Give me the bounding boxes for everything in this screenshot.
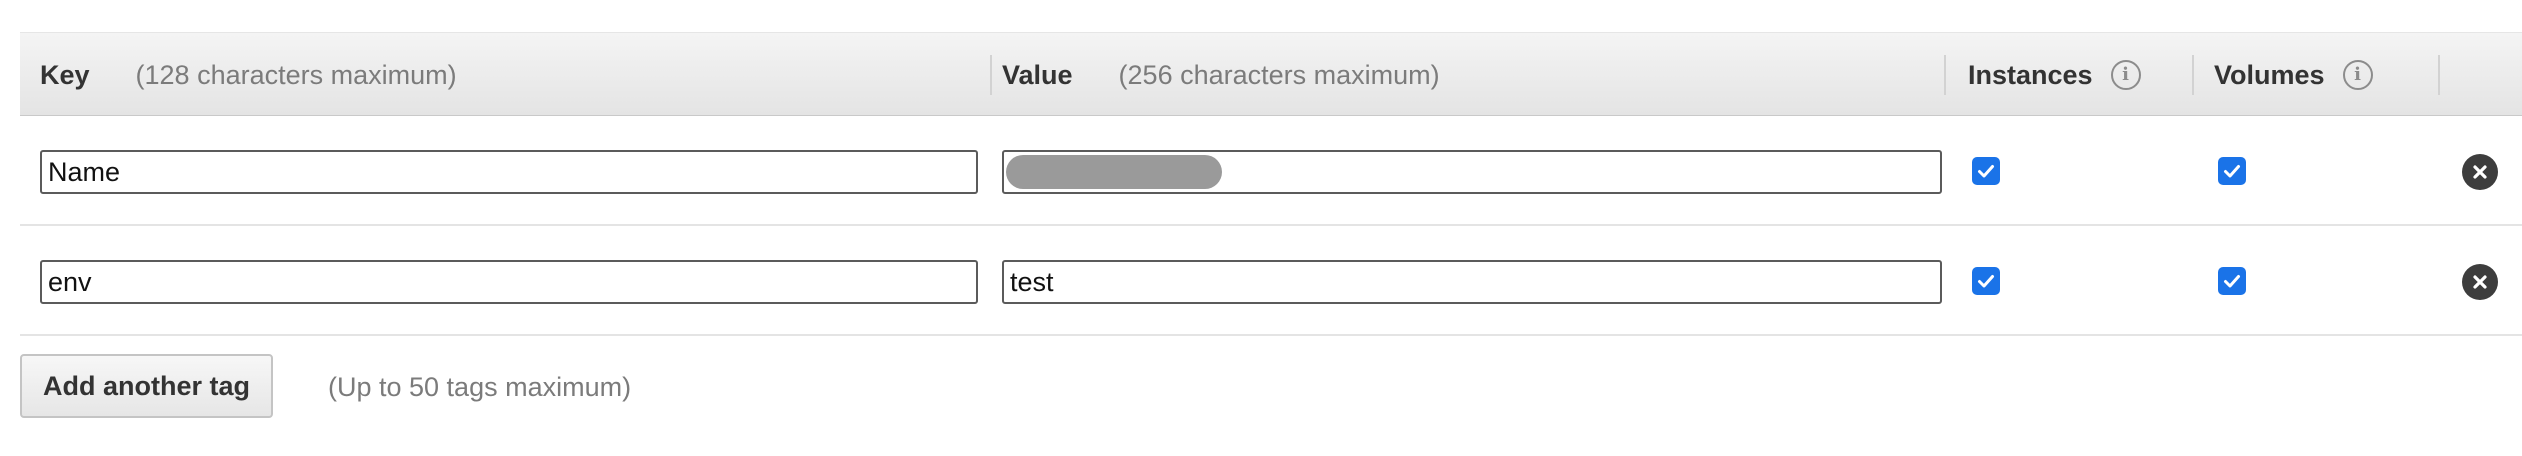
column-divider xyxy=(2192,55,2194,95)
volumes-column-header: Volumes i xyxy=(2214,33,2373,117)
tags-table-header: Key (128 characters maximum) Value (256 … xyxy=(20,32,2522,116)
key-column-header: Key (128 characters maximum) xyxy=(40,33,457,117)
tags-table: Key (128 characters maximum) Value (256 … xyxy=(20,32,2522,436)
instances-checkbox[interactable] xyxy=(1972,157,2000,185)
checkmark-icon xyxy=(1978,275,1994,288)
volumes-checkbox[interactable] xyxy=(2218,157,2246,185)
tag-value-input[interactable] xyxy=(1002,260,1942,304)
tag-limit-note: (Up to 50 tags maximum) xyxy=(328,372,632,402)
volumes-checkbox[interactable] xyxy=(2218,267,2246,295)
instances-checkbox[interactable] xyxy=(1972,267,2000,295)
value-column-header: Value (256 characters maximum) xyxy=(1002,33,1440,117)
remove-tag-button[interactable] xyxy=(2462,154,2498,190)
close-icon xyxy=(2473,275,2487,289)
volumes-header-title: Volumes xyxy=(2214,59,2325,90)
key-header-title: Key xyxy=(40,59,90,90)
checkmark-icon xyxy=(2224,165,2240,178)
tag-value-input[interactable] xyxy=(1002,150,1942,194)
info-icon[interactable]: i xyxy=(2110,60,2141,90)
instances-header-title: Instances xyxy=(1968,59,2093,90)
tag-key-input[interactable] xyxy=(40,150,978,194)
column-divider xyxy=(2438,55,2440,95)
key-header-hint: (128 characters maximum) xyxy=(135,59,457,90)
tag-row xyxy=(20,226,2522,336)
info-icon[interactable]: i xyxy=(2342,60,2373,90)
checkmark-icon xyxy=(1978,165,1994,178)
close-icon xyxy=(2473,165,2487,179)
tag-row xyxy=(20,116,2522,226)
value-header-title: Value xyxy=(1002,59,1073,90)
column-divider xyxy=(990,55,992,95)
tag-key-input[interactable] xyxy=(40,260,978,304)
checkmark-icon xyxy=(2224,275,2240,288)
value-header-hint: (256 characters maximum) xyxy=(1118,59,1440,90)
instances-column-header: Instances i xyxy=(1968,33,2141,117)
remove-tag-button[interactable] xyxy=(2462,264,2498,300)
column-divider xyxy=(1944,55,1946,95)
tags-footer: Add another tag (Up to 50 tags maximum) xyxy=(20,336,2522,436)
add-another-tag-button[interactable]: Add another tag xyxy=(20,354,273,418)
